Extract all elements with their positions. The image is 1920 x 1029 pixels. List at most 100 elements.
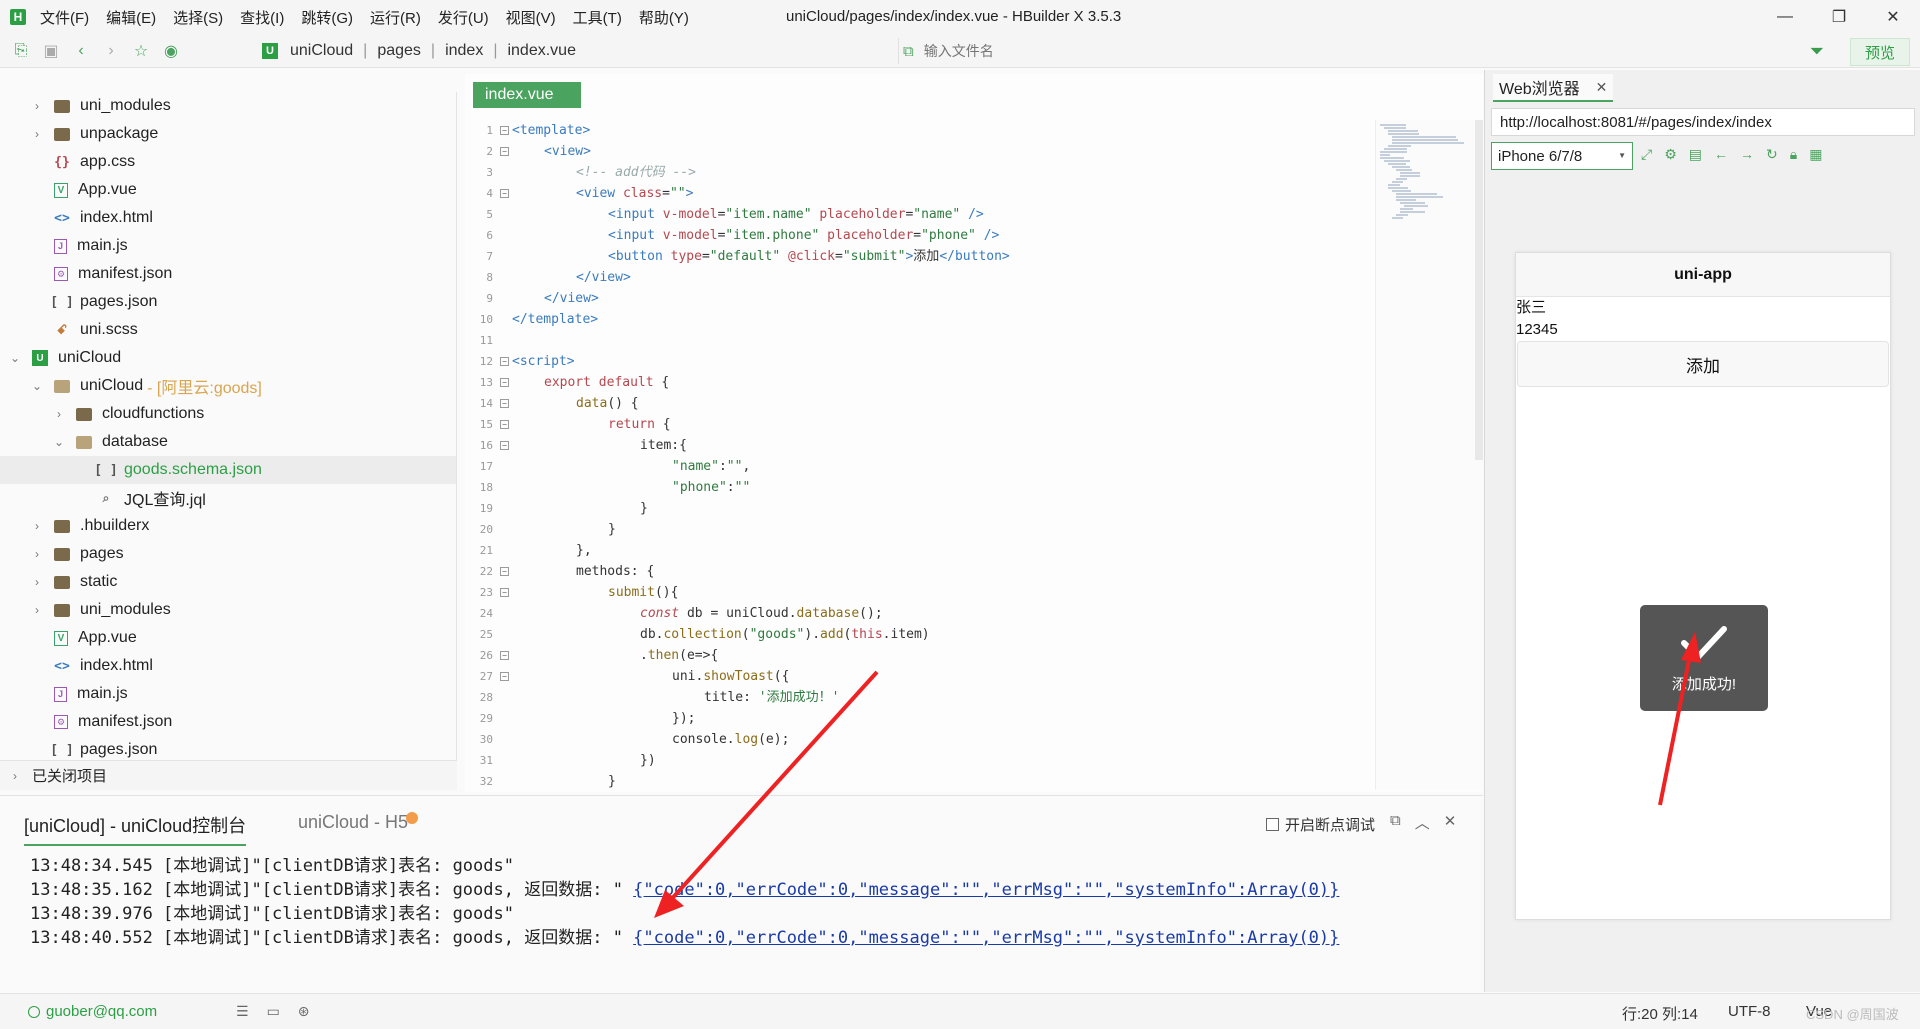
cursor-position[interactable]: 行:20 列:14 — [1622, 1003, 1698, 1024]
log-object-link[interactable]: {"code":0,"errCode":0,"message":"","errM… — [633, 928, 1339, 948]
tree-item[interactable]: ⌄ uniCloud - [阿里云:goods] — [0, 372, 456, 400]
tree-item[interactable]: › unpackage — [0, 120, 456, 148]
add-button[interactable]: 添加 — [1517, 341, 1889, 387]
fold-toggle-icon[interactable]: − — [500, 189, 509, 198]
file-encoding[interactable]: UTF-8 — [1728, 1003, 1771, 1020]
back-arrow-icon[interactable]: ← — [1714, 146, 1728, 163]
breakpoint-toggle[interactable]: 开启断点调试 — [1266, 814, 1375, 835]
fold-toggle-icon[interactable]: − — [500, 378, 509, 387]
close-icon[interactable]: ✕ — [1866, 0, 1920, 34]
forward-arrow-icon[interactable]: → — [1740, 146, 1754, 163]
fold-toggle-icon[interactable]: − — [500, 357, 509, 366]
open-external-icon[interactable]: ⧉ — [1390, 812, 1401, 833]
bookmark-star-icon[interactable]: ☆ — [126, 36, 156, 66]
console-icon[interactable]: ▤ — [1689, 146, 1702, 163]
clear-console-icon[interactable]: ✕ — [1444, 812, 1457, 833]
closed-projects[interactable]: › 已关闭项目 — [0, 760, 457, 790]
name-input[interactable] — [1516, 297, 1890, 319]
tree-item[interactable]: › .hbuilderx — [0, 512, 456, 540]
chevron-right-icon[interactable]: › — [30, 127, 44, 141]
lock-icon[interactable]: 🔒︎ — [1790, 146, 1797, 163]
tree-item[interactable]: › uni_modules — [0, 596, 456, 624]
breakpoint-checkbox[interactable] — [1266, 818, 1279, 831]
list-icon[interactable]: ☰ — [236, 1003, 249, 1020]
menu-item[interactable]: 视图(V) — [506, 7, 556, 28]
editor-tab-index-vue[interactable]: index.vue — [473, 82, 581, 108]
chevron-right-icon[interactable]: › — [30, 575, 44, 589]
restore-icon[interactable]: ❐ — [1812, 0, 1866, 34]
run-icon[interactable]: ◉ — [156, 36, 186, 66]
menu-item[interactable]: 跳转(G) — [301, 7, 353, 28]
chevron-right-icon[interactable]: › — [30, 99, 44, 113]
open-devtools-icon[interactable]: ⤢ — [1641, 146, 1652, 163]
breadcrumb-item[interactable]: index — [445, 42, 483, 60]
back-icon[interactable]: ‹ — [66, 36, 96, 66]
new-file-icon[interactable]: ⎘ — [6, 36, 36, 66]
fold-toggle-icon[interactable]: − — [500, 147, 509, 156]
tab-web-browser[interactable]: Web浏览器 ✕ — [1493, 74, 1614, 102]
tree-item[interactable]: › static — [0, 568, 456, 596]
qr-code-icon[interactable]: ▦ — [1809, 146, 1822, 163]
menu-item[interactable]: 编辑(E) — [106, 7, 156, 28]
menu-item[interactable]: 查找(I) — [240, 7, 284, 28]
account-status[interactable]: guober@qq.com — [28, 1003, 157, 1020]
terminal-icon[interactable]: ▭ — [267, 1003, 280, 1020]
tree-item[interactable]: ⌕ JQL查询.jql — [0, 484, 456, 512]
tree-item[interactable]: ⚙ manifest.json — [0, 260, 456, 288]
menu-item[interactable]: 运行(R) — [370, 7, 421, 28]
tree-item[interactable]: V App.vue — [0, 624, 456, 652]
tree-item[interactable]: {} app.css — [0, 148, 456, 176]
log-object-link[interactable]: {"code":0,"errCode":0,"message":"","errM… — [633, 880, 1339, 900]
tree-item[interactable]: ⚙ manifest.json — [0, 708, 456, 736]
refresh-icon[interactable]: ↻ — [1766, 146, 1778, 163]
save-icon[interactable]: ▣ — [36, 36, 66, 66]
fold-toggle-icon[interactable]: − — [500, 588, 509, 597]
fold-toggle-icon[interactable]: − — [500, 567, 509, 576]
tree-item[interactable]: [ ] pages.json — [0, 288, 456, 316]
editor-scrollbar[interactable] — [1475, 120, 1483, 460]
minimap[interactable] — [1375, 120, 1483, 790]
menu-item[interactable]: 文件(F) — [40, 7, 89, 28]
menu-item[interactable]: 工具(T) — [573, 7, 622, 28]
url-bar[interactable]: http://localhost:8081/#/pages/index/inde… — [1491, 108, 1915, 136]
tree-item[interactable]: ⌄ UuniCloud — [0, 344, 456, 372]
tree-item[interactable]: › cloudfunctions — [0, 400, 456, 428]
tree-item[interactable]: Jmain.js — [0, 232, 456, 260]
tree-item[interactable]: [ ] goods.schema.json — [0, 456, 456, 484]
minimize-icon[interactable]: — — [1758, 0, 1812, 34]
settings-gear-icon[interactable]: ⚙ — [1664, 146, 1677, 163]
tree-item[interactable]: › uni_modules — [0, 92, 456, 120]
device-select[interactable]: iPhone 6/7/8 ▼ — [1491, 142, 1633, 170]
preview-button[interactable]: 预览 — [1850, 38, 1910, 66]
fold-toggle-icon[interactable]: − — [500, 672, 509, 681]
fold-toggle-icon[interactable]: − — [500, 126, 509, 135]
chevron-down-icon[interactable]: ⌄ — [52, 435, 66, 449]
tree-item[interactable]: ꗃ uni.scss — [0, 316, 456, 344]
menu-item[interactable]: 选择(S) — [173, 7, 223, 28]
tree-item[interactable]: ⌄ database — [0, 428, 456, 456]
tab-unicloud-h5[interactable]: uniCloud - H5 — [298, 812, 419, 833]
breadcrumb-item[interactable]: pages — [377, 42, 421, 60]
fold-toggle-icon[interactable]: − — [500, 420, 509, 429]
tree-item[interactable]: Jmain.js — [0, 680, 456, 708]
filter-icon[interactable]: ⏷ — [1810, 41, 1824, 62]
chevron-right-icon[interactable]: › — [30, 547, 44, 561]
chevron-down-icon[interactable]: ⌄ — [30, 379, 44, 393]
forward-icon[interactable]: › — [96, 36, 126, 66]
menu-item[interactable]: 帮助(Y) — [639, 7, 689, 28]
fold-toggle-icon[interactable]: − — [500, 651, 509, 660]
chevron-right-icon[interactable]: › — [52, 407, 66, 421]
breadcrumb-item[interactable]: uniCloud — [290, 42, 353, 60]
code-area[interactable]: 1− <template> 2− <view> 3 <!-- add代码 --> 4− <vi… — [465, 120, 1370, 790]
fold-toggle-icon[interactable]: − — [500, 441, 509, 450]
tree-item[interactable]: <> index.html — [0, 652, 456, 680]
chevron-down-icon[interactable]: ⌄ — [8, 351, 22, 365]
chevron-right-icon[interactable]: › — [30, 519, 44, 533]
chevron-right-icon[interactable]: › — [30, 603, 44, 617]
tree-item[interactable]: <> index.html — [0, 204, 456, 232]
fold-toggle-icon[interactable]: − — [500, 399, 509, 408]
tab-unicloud-console[interactable]: [uniCloud] - uniCloud控制台 — [24, 812, 247, 846]
phone-input[interactable] — [1516, 319, 1890, 341]
tree-item[interactable]: [ ] pages.json — [0, 736, 456, 760]
tree-item[interactable]: V App.vue — [0, 176, 456, 204]
